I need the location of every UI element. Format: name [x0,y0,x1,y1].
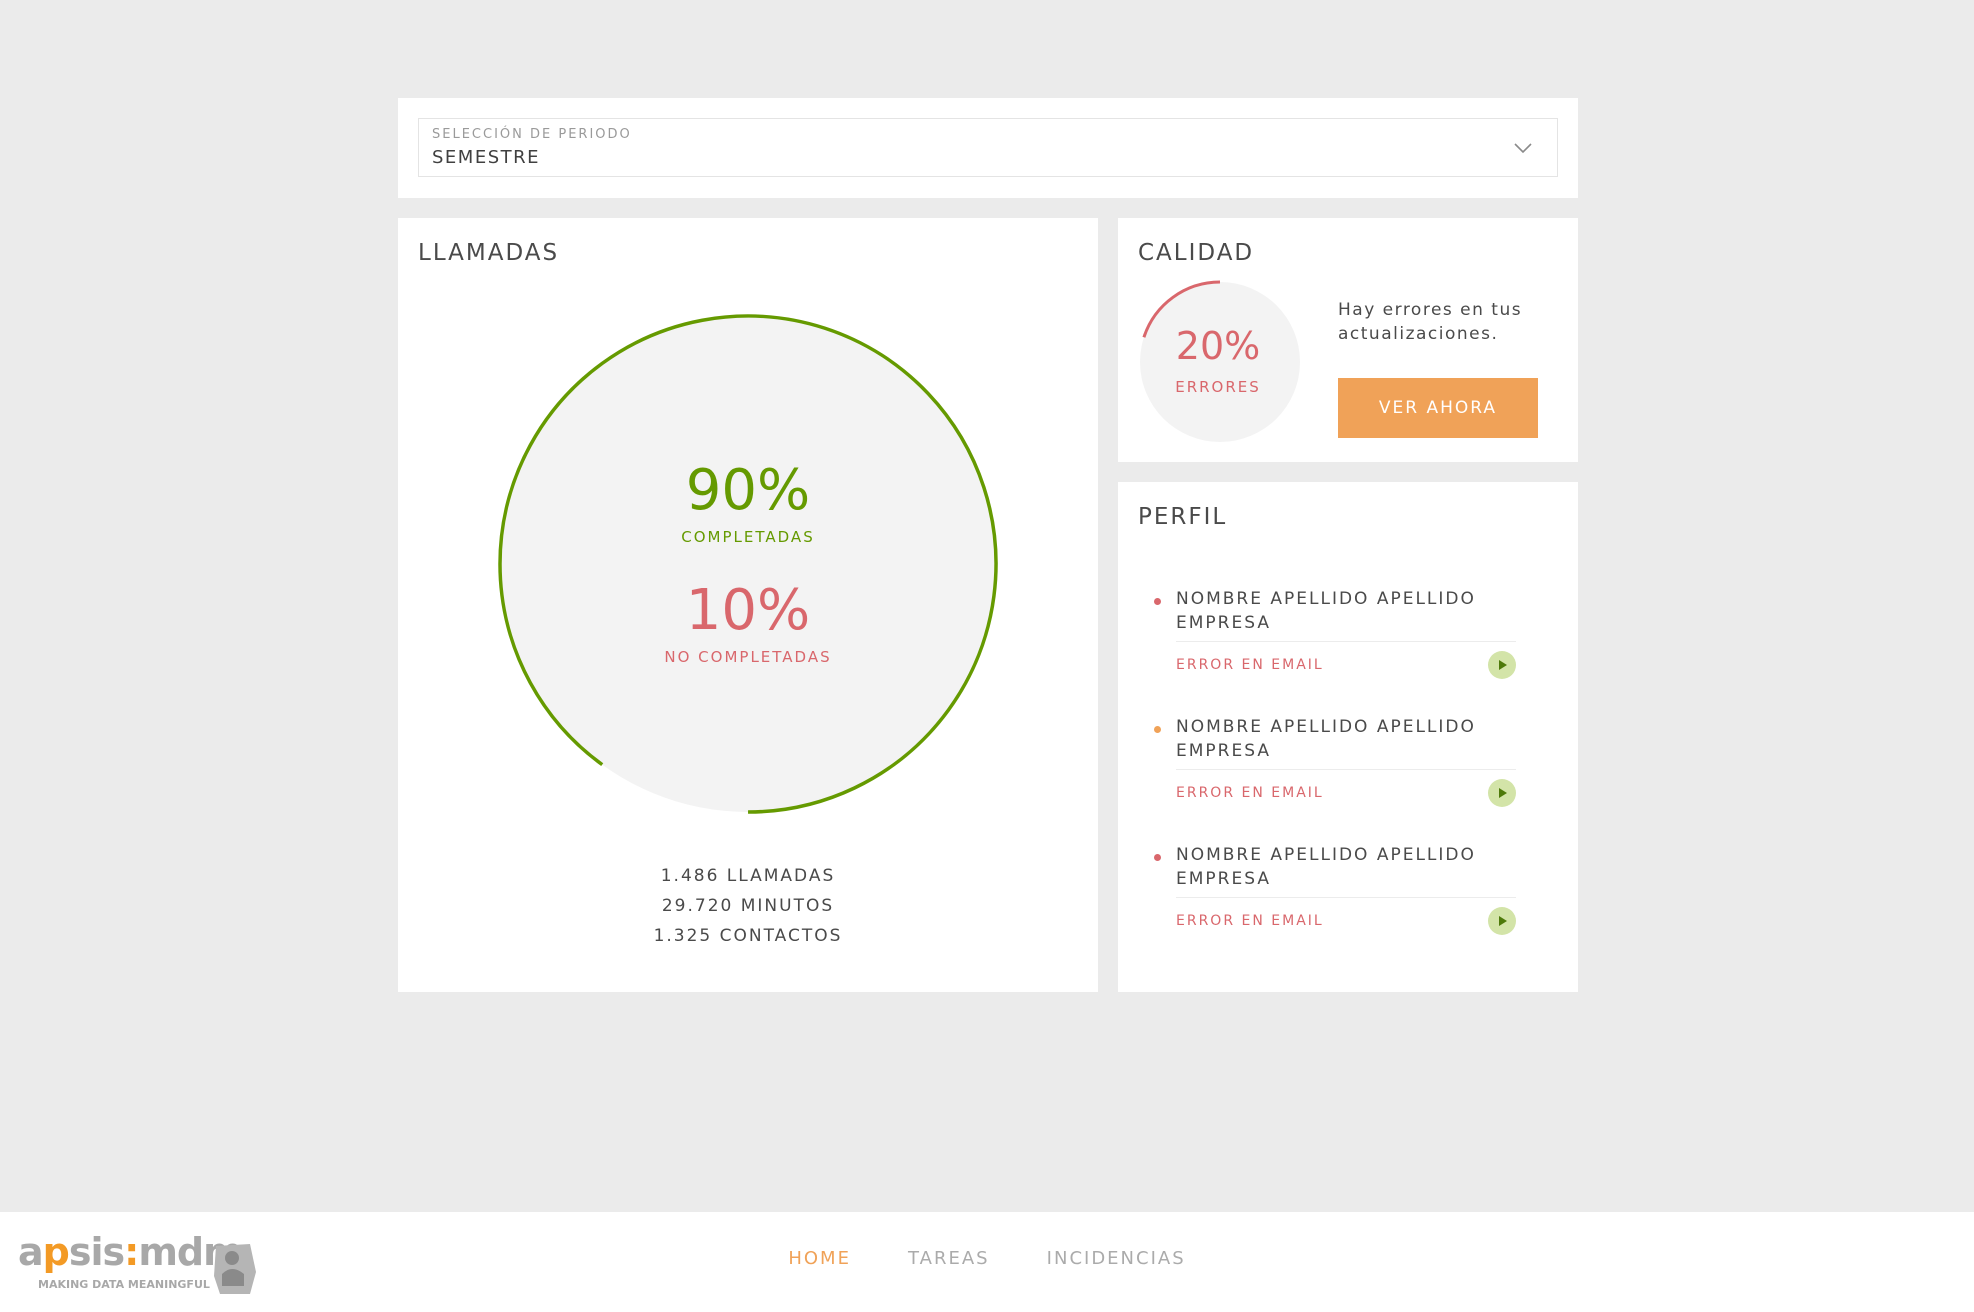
ver-ahora-button[interactable]: VER AHORA [1338,378,1538,438]
perfil-title: PERFIL [1138,504,1228,530]
profile-divider [1176,641,1516,642]
calidad-card: CALIDAD 20% ERRORES Hay errores en tus a… [1118,218,1578,462]
quality-message: Hay errores en tus actualizaciones. [1338,300,1523,344]
perfil-card: PERFIL NOMBRE APELLIDO APELLIDO EMPRESA … [1118,482,1578,992]
profile-error: ERROR EN EMAIL [1176,657,1324,673]
play-icon[interactable] [1488,779,1516,807]
nav-home[interactable]: HOME [788,1248,851,1269]
completed-label: COMPLETADAS [681,528,815,546]
calidad-title: CALIDAD [1138,240,1255,266]
period-select-value: SEMESTRE [432,147,541,168]
quality-percentage: 20% [1175,324,1261,368]
profile-error: ERROR EN EMAIL [1176,785,1324,801]
stat-contacts: 1.325 CONTACTOS [653,926,843,946]
nav-incidencias[interactable]: INCIDENCIAS [1047,1248,1186,1269]
llamadas-title: LLAMADAS [418,240,560,266]
profile-name: NOMBRE APELLIDO APELLIDO EMPRESA [1176,845,1476,889]
profile-divider [1176,897,1516,898]
logo-tagline: MAKING DATA MEANINGFUL [38,1278,210,1291]
stat-calls: 1.486 LLAMADAS [660,866,836,886]
llamadas-card: LLAMADAS 90% COMPLETADAS 10% NO COMPLETA… [398,218,1098,992]
bottom-nav: HOME TAREAS INCIDENCIAS [0,1248,1974,1269]
completed-percentage: 90% [685,458,811,523]
play-icon[interactable] [1488,907,1516,935]
footer-bar: apsis:mdm MAKING DATA MEANINGFUL HOME TA… [0,1212,1974,1312]
profile-error: ERROR EN EMAIL [1176,913,1324,929]
not-completed-percentage: 10% [685,578,811,643]
profile-divider [1176,769,1516,770]
nav-tareas[interactable]: TAREAS [908,1248,990,1269]
profile-name: NOMBRE APELLIDO APELLIDO EMPRESA [1176,589,1476,633]
not-completed-label: NO COMPLETADAS [664,648,832,666]
play-icon[interactable] [1488,651,1516,679]
status-dot [1154,726,1161,733]
period-select[interactable]: SELECCIÓN DE PERIODO SEMESTRE [418,118,1558,177]
profile-name: NOMBRE APELLIDO APELLIDO EMPRESA [1176,717,1476,761]
status-dot [1154,854,1161,861]
profile-item: NOMBRE APELLIDO APELLIDO EMPRESA ERROR E… [1118,833,1578,943]
period-select-label: SELECCIÓN DE PERIODO [432,127,632,142]
donut-background [500,316,996,812]
period-card: SELECCIÓN DE PERIODO SEMESTRE [398,98,1578,198]
profile-item: NOMBRE APELLIDO APELLIDO EMPRESA ERROR E… [1118,705,1578,815]
stat-minutes: 29.720 MINUTOS [661,896,835,916]
calls-donut-chart [498,314,998,814]
chevron-down-icon[interactable] [1513,141,1533,155]
quality-label: ERRORES [1175,378,1261,396]
profile-item: NOMBRE APELLIDO APELLIDO EMPRESA ERROR E… [1118,577,1578,687]
status-dot [1154,598,1161,605]
